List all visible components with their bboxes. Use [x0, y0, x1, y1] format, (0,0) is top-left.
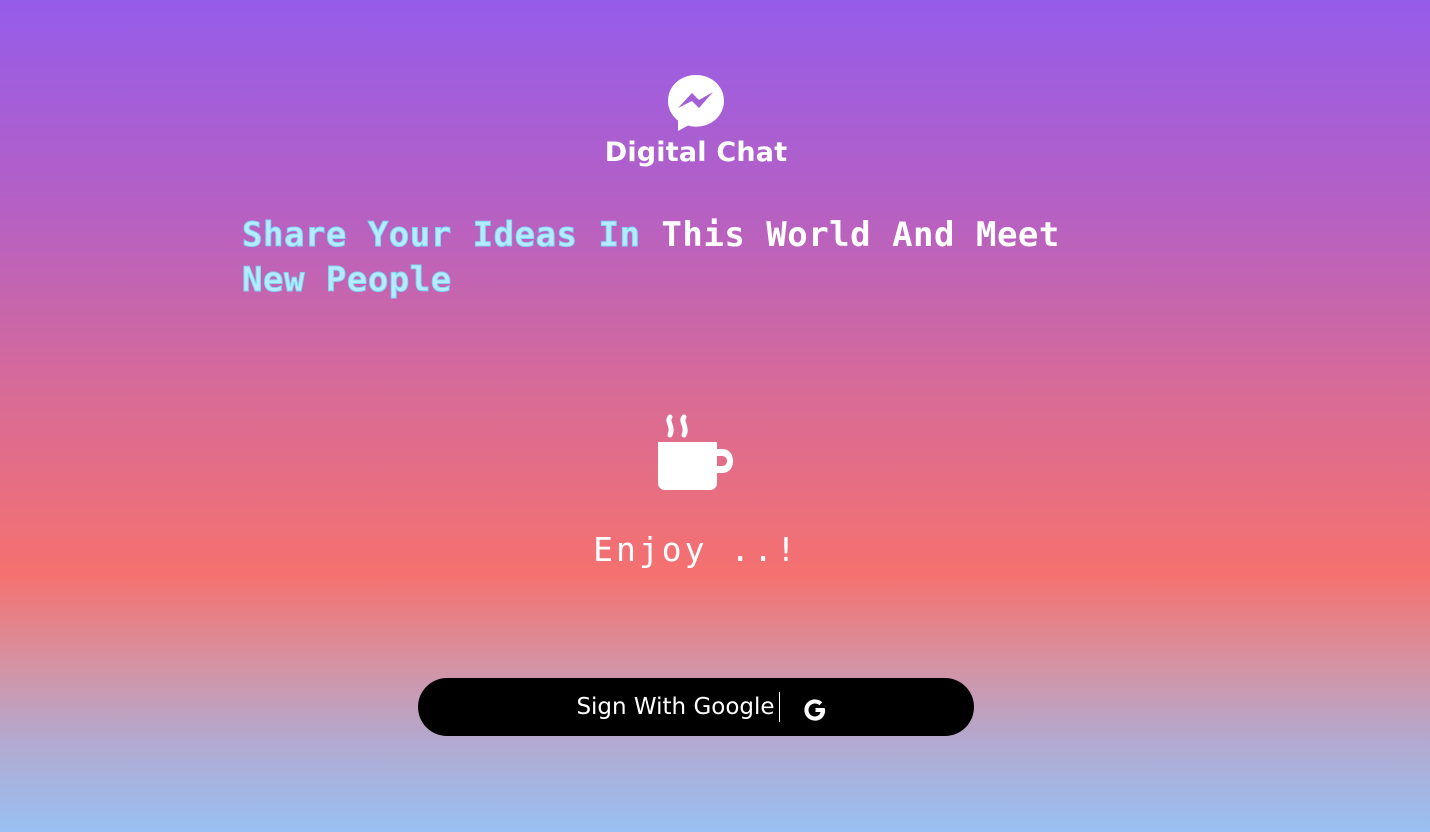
messenger-icon [668, 75, 724, 131]
coffee-cup-icon [658, 414, 733, 490]
sign-in-label: Sign With Google [576, 692, 780, 722]
tagline: Share Your Ideas In This World And Meet … [241, 213, 1142, 303]
tagline-solid-text: This World And Meet [661, 215, 1060, 255]
enjoy-message: Enjoy ..! [593, 530, 799, 569]
tagline-outlined-text-2: New People [242, 260, 452, 301]
app-title: Digital Chat [604, 137, 788, 168]
brand: Digital Chat [0, 73, 1392, 168]
sign-in-google-button[interactable]: Sign With Google [418, 678, 974, 736]
tagline-outlined-text-1: Share Your Ideas In [241, 215, 641, 256]
google-icon [803, 699, 825, 721]
